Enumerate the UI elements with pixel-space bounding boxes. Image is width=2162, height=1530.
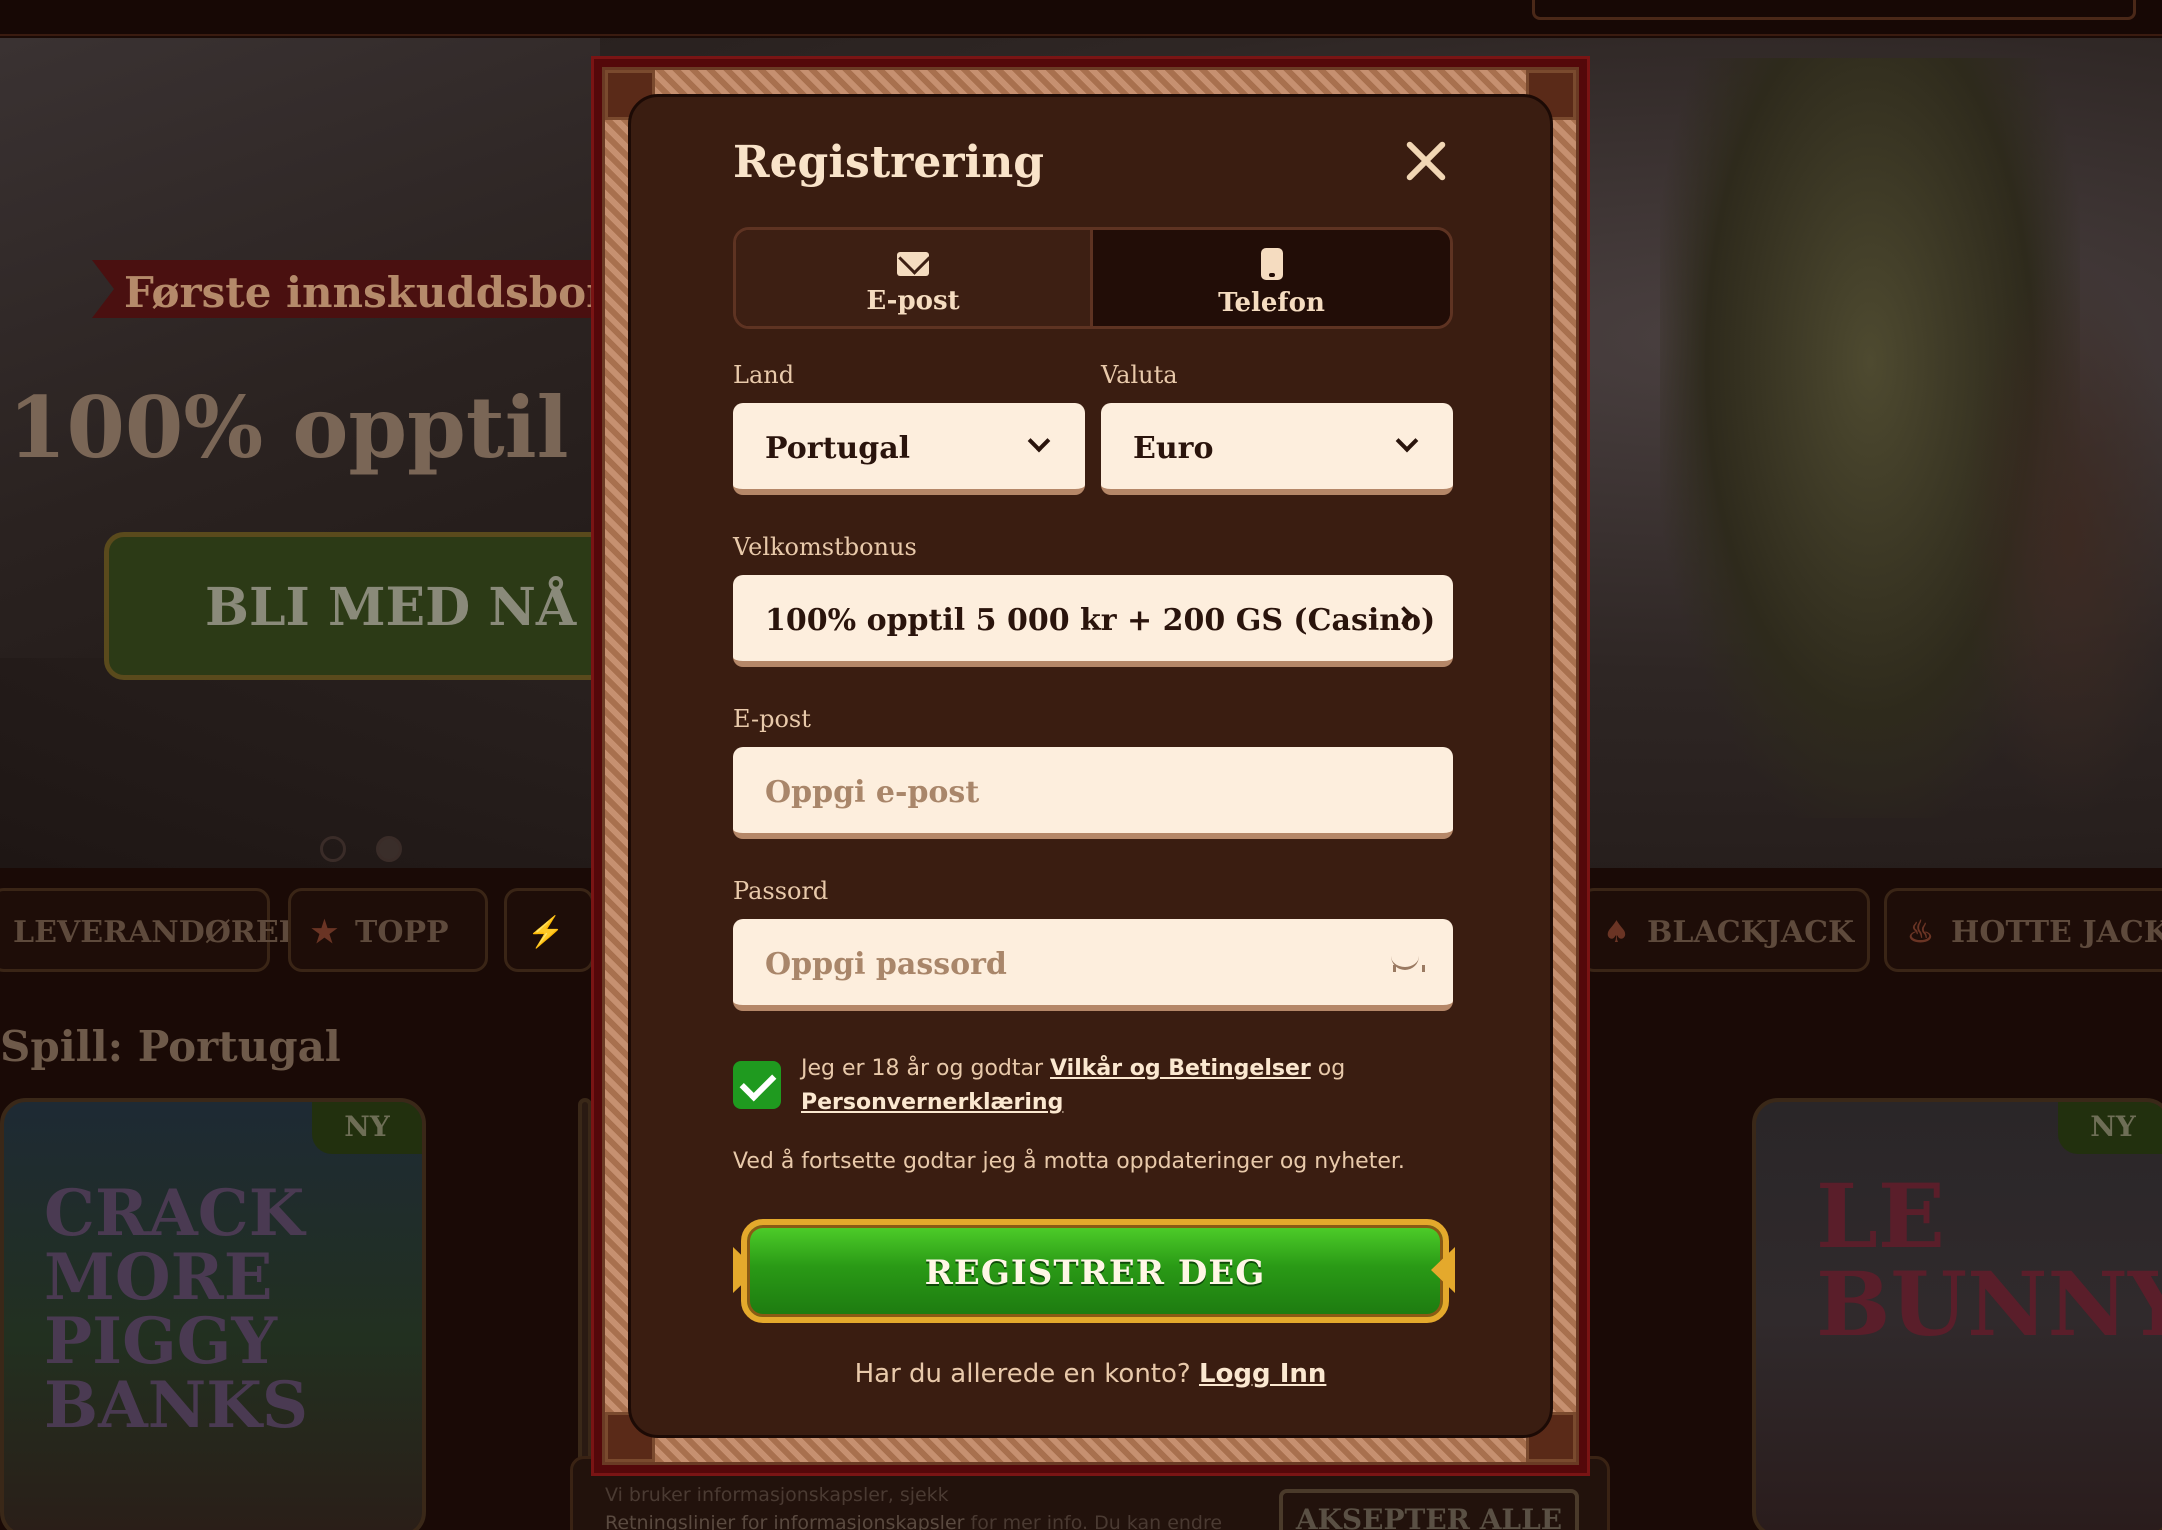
hero-join-label: BLI MED NÅ <box>205 577 577 638</box>
terms-joiner: og <box>1317 1056 1346 1081</box>
modal-title: Registrering <box>733 137 1044 188</box>
tab-email-label: E-post <box>866 286 960 316</box>
category-label: LEVERANDØRER <box>13 915 304 950</box>
new-badge: NY <box>2058 1102 2162 1154</box>
accept-cookies-button[interactable]: AKSEPTER ALLE <box>1279 1489 1579 1530</box>
cookie-text-prefix: Vi bruker informasjonskapsler, sjekk <box>605 1484 949 1506</box>
tab-phone-label: Telefon <box>1218 288 1325 318</box>
header-search-box[interactable] <box>1532 0 2136 20</box>
terms-link[interactable]: Vilkår og Betingelser <box>1050 1056 1311 1081</box>
currency-select[interactable]: Euro <box>1101 403 1453 495</box>
game-logo: CRACK MORE PIGGY BANKS <box>44 1176 309 1443</box>
marketing-notice: Ved å fortsette godtar jeg å motta oppda… <box>733 1149 1405 1174</box>
country-select[interactable]: Portugal <box>733 403 1085 495</box>
game-card-piggy-banks[interactable]: NY CRACK MORE PIGGY BANKS <box>0 1098 426 1530</box>
currency-label: Valuta <box>1101 361 1178 389</box>
terms-text: Jeg er 18 år og godtar Vilkår og Betinge… <box>801 1052 1421 1120</box>
terms-checkbox[interactable] <box>733 1061 781 1109</box>
currency-value: Euro <box>1133 431 1214 466</box>
category-top[interactable]: ★ TOPP <box>288 888 488 972</box>
top-bar <box>0 0 2162 36</box>
carousel-dots <box>320 836 432 866</box>
new-badge: NY <box>312 1102 422 1154</box>
hero-ribbon-text: Første innskuddsbonus <box>124 268 671 317</box>
login-link[interactable]: Logg Inn <box>1199 1359 1326 1389</box>
chili-icon: ♨ <box>1907 915 1934 950</box>
tab-email[interactable]: E-post <box>736 230 1093 326</box>
chevron-down-icon <box>1027 429 1051 453</box>
chevron-down-icon <box>1395 429 1419 453</box>
game-card-le-bunny[interactable]: NY LE BUNNY <box>1752 1098 2162 1530</box>
eye-closed-icon[interactable] <box>1389 955 1425 975</box>
password-field-wrapper <box>733 919 1453 1011</box>
carousel-dot-active[interactable] <box>376 836 402 862</box>
login-prompt-text: Har du allerede en konto? <box>854 1359 1191 1389</box>
hero-join-button[interactable]: BLI MED NÅ <box>104 532 624 680</box>
category-hot-jackpots[interactable]: ♨ HOTTE JACK <box>1884 888 2162 972</box>
phone-icon <box>1260 248 1283 280</box>
email-field-wrapper <box>733 747 1453 839</box>
bonus-value: 100% opptil 5 000 kr + 200 GS (Casino) <box>765 603 1436 638</box>
cards-icon: ♠ <box>1603 915 1630 950</box>
category-lightning[interactable]: ⚡ <box>504 888 594 972</box>
password-input[interactable] <box>765 947 1365 982</box>
category-label: BLACKJACK <box>1647 915 1855 950</box>
email-label: E-post <box>733 705 811 733</box>
terms-prefix: Jeg er 18 år og godtar <box>801 1056 1044 1081</box>
signup-method-tabs: E-post Telefon <box>733 227 1453 329</box>
hero-character-image-secondary <box>1960 258 2162 818</box>
privacy-link[interactable]: Personvernerklæring <box>801 1090 1063 1115</box>
category-providers[interactable]: LEVERANDØRER <box>0 888 304 972</box>
star-icon: ★ <box>311 915 338 950</box>
cookie-text: Vi bruker informasjonskapsler, sjekk Ret… <box>605 1481 1222 1530</box>
login-prompt: Har du allerede en konto? Logg Inn <box>631 1359 1550 1389</box>
category-label: TOPP <box>355 915 449 950</box>
register-button-label: REGISTRER DEG <box>924 1253 1266 1293</box>
category-blackjack[interactable]: ♠ BLACKJACK <box>1580 888 1870 972</box>
password-label: Passord <box>733 877 829 905</box>
country-label: Land <box>733 361 795 389</box>
welcome-bonus-selector[interactable]: 100% opptil 5 000 kr + 200 GS (Casino) <box>733 575 1453 667</box>
game-logo: LE BUNNY <box>1816 1164 2162 1356</box>
tab-phone[interactable]: Telefon <box>1093 230 1450 326</box>
lightning-icon: ⚡ <box>527 915 565 950</box>
cookie-text-suffix: for mer info. Du kan endre <box>970 1512 1223 1530</box>
close-icon[interactable] <box>1397 133 1453 189</box>
hero-ribbon: Første innskuddsbonus <box>92 260 652 318</box>
envelope-icon <box>897 252 929 276</box>
bonus-label: Velkomstbonus <box>733 533 917 561</box>
register-button[interactable]: REGISTRER DEG <box>741 1219 1449 1323</box>
country-value: Portugal <box>765 431 911 466</box>
carousel-dot[interactable] <box>320 836 346 862</box>
email-input[interactable] <box>765 775 1365 810</box>
registration-modal: Registrering E-post Telefon Land Portuga… <box>628 94 1553 1438</box>
category-label: HOTTE JACK <box>1951 915 2162 950</box>
section-title: Spill: Portugal <box>0 1022 341 1071</box>
cookie-policy-link[interactable]: Retningslinjer for informasjonskapsler <box>605 1512 964 1530</box>
